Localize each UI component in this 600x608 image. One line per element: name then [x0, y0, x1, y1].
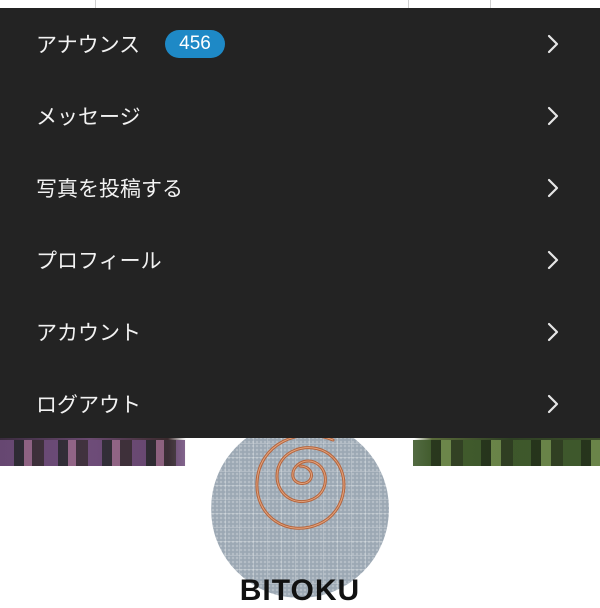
menu-item-profile[interactable]: プロフィール	[0, 224, 600, 296]
menu-item-messages[interactable]: メッセージ	[0, 80, 600, 152]
menu-item-label: アナウンス	[36, 33, 141, 57]
profile-name: BITOKU	[239, 574, 361, 607]
cover-photo-right	[413, 440, 600, 466]
dropdown-menu: アナウンス 456 メッセージ 写真を投稿する プロフィール アカウント ログア…	[0, 8, 600, 438]
chevron-right-icon	[547, 106, 559, 126]
cover-photo-left	[0, 440, 185, 466]
nav-divider	[95, 0, 96, 8]
chevron-right-icon	[547, 250, 559, 270]
menu-item-logout[interactable]: ログアウト	[0, 368, 600, 440]
menu-item-account[interactable]: アカウント	[0, 296, 600, 368]
menu-item-label: アカウント	[36, 321, 141, 345]
nav-divider	[490, 0, 491, 8]
nav-divider	[408, 0, 409, 8]
chevron-right-icon	[547, 178, 559, 198]
menu-item-label: プロフィール	[36, 249, 162, 273]
announcement-count-badge: 456	[165, 30, 225, 58]
avatar[interactable]	[211, 420, 389, 598]
menu-item-label: メッセージ	[36, 105, 141, 129]
menu-item-label: 写真を投稿する	[36, 177, 183, 201]
spiral-artwork-icon	[255, 433, 346, 530]
chevron-right-icon	[547, 34, 559, 54]
menu-item-announcements[interactable]: アナウンス 456	[0, 8, 600, 80]
menu-item-label: ログアウト	[36, 393, 141, 417]
menu-item-post-photo[interactable]: 写真を投稿する	[0, 152, 600, 224]
chevron-right-icon	[547, 322, 559, 342]
chevron-right-icon	[547, 394, 559, 414]
